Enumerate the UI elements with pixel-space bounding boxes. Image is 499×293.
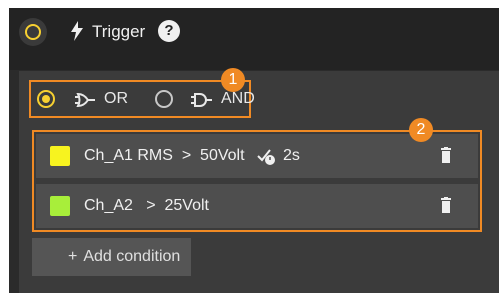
add-condition-label: Add condition — [83, 248, 181, 265]
plus-icon: + — [68, 248, 78, 265]
lightning-icon — [71, 21, 83, 41]
callout-badge: 2 — [409, 118, 433, 142]
callout-badge: 1 — [221, 68, 245, 92]
condition-text: Ch_A1 RMS > 50Volt — [84, 147, 245, 164]
channel-color-swatch — [50, 146, 70, 166]
trigger-header: Trigger ? — [9, 8, 499, 70]
logic-or-radio[interactable] — [37, 90, 55, 108]
or-gate-icon — [75, 92, 95, 108]
condition-duration: 2s — [283, 147, 300, 164]
help-icon[interactable]: ? — [158, 20, 180, 42]
delete-condition-icon[interactable] — [441, 197, 451, 213]
trigger-enable-radio[interactable] — [19, 18, 47, 46]
delete-condition-icon[interactable] — [441, 147, 451, 163]
channel-color-swatch — [50, 196, 70, 216]
logic-and-radio[interactable] — [155, 90, 173, 108]
logic-or-label: OR — [104, 90, 128, 107]
timer-check-icon — [257, 149, 275, 165]
and-gate-icon — [191, 93, 212, 107]
add-condition-button[interactable]: + Add condition — [32, 238, 191, 276]
condition-row[interactable]: Ch_A1 RMS > 50Volt 2s — [36, 134, 478, 178]
condition-text: Ch_A2 > 25Volt — [84, 197, 209, 214]
logic-and-label: AND — [221, 90, 255, 107]
logic-option-group: OR AND — [29, 80, 255, 118]
condition-row[interactable]: Ch_A2 > 25Volt — [36, 184, 478, 228]
trigger-title: Trigger — [92, 22, 146, 41]
